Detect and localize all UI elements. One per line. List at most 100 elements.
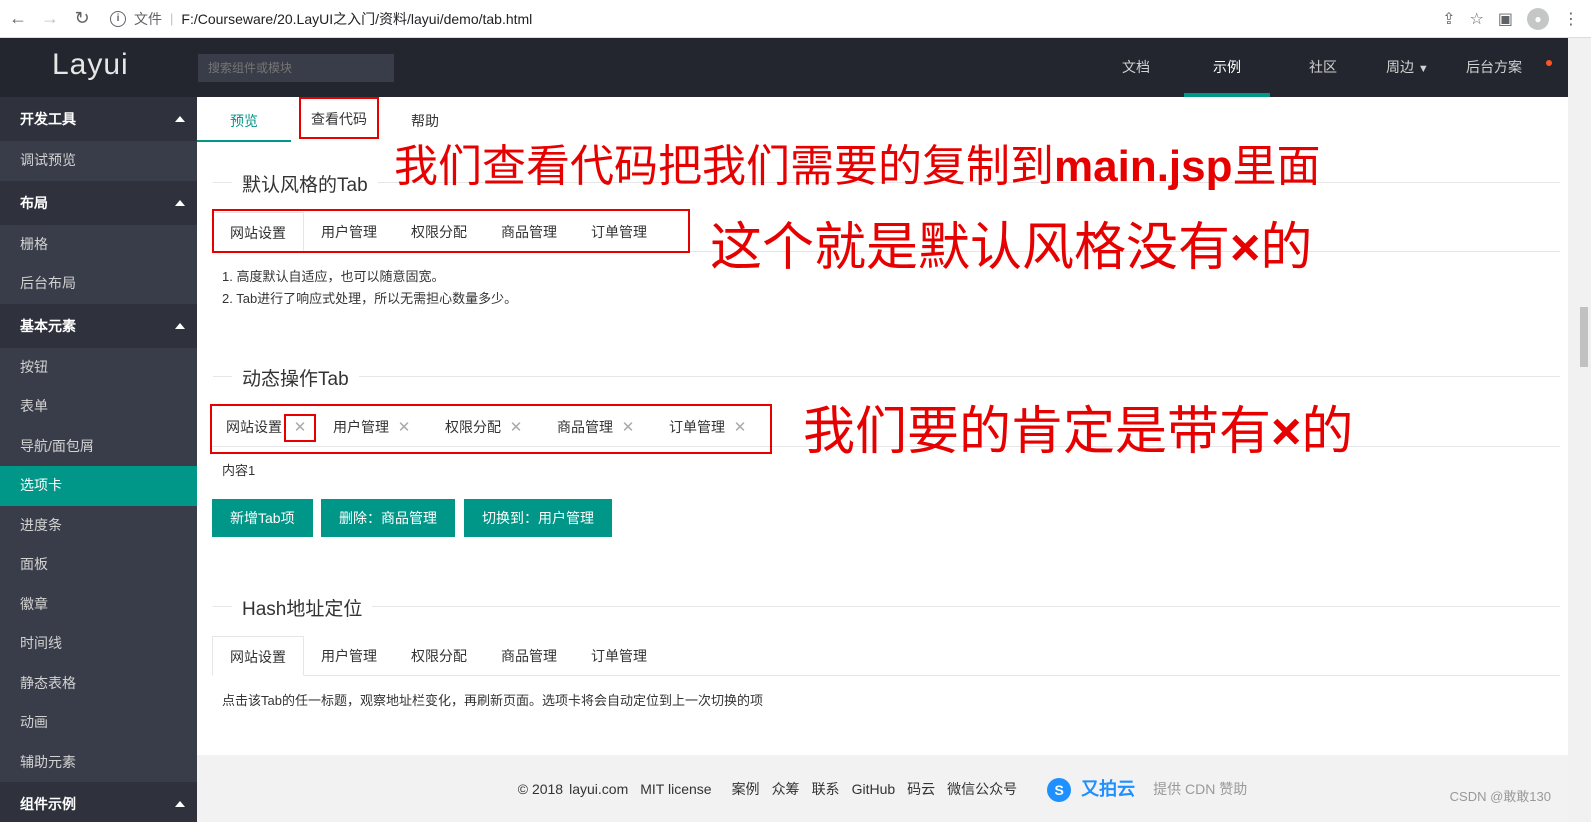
sidebar-group-label: 布局 [20, 194, 48, 211]
section-title-default-tab: 默认风格的Tab [232, 170, 378, 197]
footer-link-cases[interactable]: 案例 [732, 779, 760, 799]
scrollbar-thumb[interactable] [1580, 307, 1588, 367]
annotation-box-dynamic-tabs [210, 404, 772, 454]
annotation-bold-text: main.jsp [1054, 142, 1233, 191]
upyun-label: 又拍云 [1081, 778, 1136, 799]
nav-link-admin-label: 后台方案 [1466, 59, 1522, 75]
footer-link-crowdfunding[interactable]: 众筹 [772, 779, 800, 799]
sidebar: 开发工具 调试预览 布局 栅格 后台布局 基本元素 按钮 表单 导航/面包屑 选… [0, 97, 197, 822]
sidebar-group-components[interactable]: 组件示例 [0, 782, 197, 822]
sidebar-group-label: 基本元素 [20, 317, 76, 334]
cdn-sponsor-text: 提供 CDN 赞助 [1153, 780, 1248, 797]
tab-content-line-1: 1. 高度默认自适应，也可以随意固宽。 [222, 269, 445, 284]
footer-site-link[interactable]: layui.com [569, 781, 628, 797]
nav-link-around-label: 周边 [1386, 59, 1414, 75]
sidebar-item-form[interactable]: 表单 [0, 387, 197, 427]
chevron-down-icon: ▼ [1417, 63, 1429, 75]
sidebar-item-button[interactable]: 按钮 [0, 348, 197, 388]
csdn-watermark: CSDN @敢敢130 [1449, 789, 1551, 804]
dynamic-tab-content: 内容1 [222, 463, 256, 478]
sidebar-item-timeline[interactable]: 时间线 [0, 624, 197, 664]
sidebar-group-basic-elements[interactable]: 基本元素 [0, 303, 197, 348]
sidebar-group-devtools[interactable]: 开发工具 [0, 97, 197, 141]
caret-up-icon [175, 801, 185, 807]
tab-content-line-2: 2. Tab进行了响应式处理，所以无需担心数量多少。 [222, 291, 518, 306]
annotation-text: 的 [1260, 219, 1313, 277]
annotation-want-close: 我们要的肯定是带有×的 [803, 389, 1353, 464]
sidebar-group-label: 开发工具 [20, 111, 76, 127]
section-title-dynamic-tab: 动态操作Tab [232, 364, 359, 391]
address-separator: | [170, 11, 174, 26]
section-divider [213, 376, 1560, 377]
nav-link-around[interactable]: 周边 ▼ [1376, 38, 1456, 97]
tab-view-code[interactable]: 查看代码 [299, 97, 379, 139]
tab-permission-hash[interactable]: 权限分配 [394, 636, 484, 676]
delete-product-tab-button[interactable]: 删除：商品管理 [321, 499, 455, 537]
browser-actions: ⇪ ☆ ▣ ● ⋮ [1442, 7, 1579, 30]
tab-site-settings-hash[interactable]: 网站设置 [212, 636, 304, 676]
upyun-icon: S [1047, 778, 1072, 803]
sidebar-item-panel[interactable]: 面板 [0, 545, 197, 585]
tab-user-management-hash[interactable]: 用户管理 [304, 636, 394, 676]
footer-copyright: © 2018 [517, 780, 564, 797]
sidebar-group-layout[interactable]: 布局 [0, 180, 197, 225]
switch-user-tab-button[interactable]: 切换到：用户管理 [464, 499, 612, 537]
component-search-input[interactable] [198, 54, 394, 82]
tab-product-management-hash[interactable]: 商品管理 [484, 636, 574, 676]
annotation-text: 里面 [1232, 142, 1321, 191]
sidebar-item-debug-preview[interactable]: 调试预览 [0, 141, 197, 181]
main-content: 预览 查看代码 帮助 默认风格的Tab 网站设置 用户管理 权限分配 商品管理 … [197, 97, 1568, 755]
info-icon[interactable]: i [110, 10, 126, 27]
nav-link-examples[interactable]: 示例 [1184, 38, 1270, 97]
sidebar-item-nav-breadcrumb[interactable]: 导航/面包屑 [0, 427, 197, 467]
new-badge-dot [1546, 60, 1552, 66]
nav-link-docs[interactable]: 文档 [1090, 38, 1182, 97]
add-tab-button[interactable]: 新增Tab项 [212, 499, 313, 537]
footer-link-contact[interactable]: 联系 [812, 779, 840, 799]
sidebar-item-animation[interactable]: 动画 [0, 703, 197, 743]
sidebar-item-static-table[interactable]: 静态表格 [0, 664, 197, 704]
layui-logo[interactable]: Layui [52, 48, 129, 82]
annotation-box-default-tabs [212, 209, 690, 253]
sidebar-item-admin-layout[interactable]: 后台布局 [0, 264, 197, 304]
footer: © 2018 layui.com MIT license 案例 众筹 联系 Gi… [197, 755, 1568, 822]
share-icon[interactable]: ⇪ [1442, 9, 1455, 29]
menu-icon[interactable]: ⋮ [1563, 9, 1579, 29]
side-panel-icon[interactable]: ▣ [1498, 9, 1513, 29]
reload-icon[interactable]: ↻ [68, 5, 96, 33]
sidebar-item-grid[interactable]: 栅格 [0, 225, 197, 265]
annotation-copy-code: 我们查看代码把我们需要的复制到main.jsp里面 [394, 130, 1321, 194]
bookmark-star-icon[interactable]: ☆ [1470, 9, 1484, 29]
footer-link-github[interactable]: GitHub [852, 781, 896, 797]
nav-link-admin-solution[interactable]: 后台方案 [1456, 38, 1568, 97]
top-navigation: Layui 文档 示例 社区 周边 ▼ 后台方案 [0, 38, 1568, 97]
annotation-text: 我们要的肯定是带有 [803, 403, 1272, 461]
profile-avatar-icon[interactable]: ● [1527, 7, 1549, 30]
nav-link-community[interactable]: 社区 [1270, 38, 1376, 97]
hash-tabbar: 网站设置 用户管理 权限分配 商品管理 订单管理 [212, 636, 664, 676]
browser-toolbar: ← → ↻ i 文件 | F:/Courseware/20.LayUI之入门/资… [0, 0, 1591, 38]
sidebar-item-progress[interactable]: 进度条 [0, 506, 197, 546]
tab-preview[interactable]: 预览 [197, 97, 291, 142]
file-label: 文件 [134, 10, 162, 27]
footer-license-link[interactable]: MIT license [640, 781, 711, 797]
annotation-text: 这个就是默认风格没有 [710, 219, 1231, 277]
annotation-text: 的 [1301, 403, 1354, 461]
annotation-text: 我们查看代码把我们需要的复制到 [394, 142, 1054, 191]
sidebar-item-auxiliary[interactable]: 辅助元素 [0, 743, 197, 783]
upyun-logo[interactable]: S 又拍云 [1041, 775, 1141, 803]
caret-up-icon [175, 322, 185, 329]
tab-order-management-hash[interactable]: 订单管理 [574, 636, 664, 676]
forward-icon[interactable]: → [36, 5, 64, 33]
sidebar-item-badge[interactable]: 徽章 [0, 585, 197, 625]
page-scrollbar[interactable] [1568, 38, 1591, 822]
back-icon[interactable]: ← [4, 5, 32, 33]
footer-link-gitee[interactable]: 码云 [907, 779, 935, 799]
hash-tab-content: 点击该Tab的任一标题，观察地址栏变化，再刷新页面。选项卡将会自动定位到上一次切… [222, 693, 763, 708]
url-text[interactable]: F:/Courseware/20.LayUI之入门/资料/layui/demo/… [181, 9, 532, 29]
annotation-default-no-close: 这个就是默认风格没有×的 [710, 205, 1312, 280]
section-title-hash-tab: Hash地址定位 [232, 594, 373, 621]
sidebar-item-tab[interactable]: 选项卡 [0, 466, 197, 506]
footer-link-wechat[interactable]: 微信公众号 [947, 779, 1017, 799]
address-bar[interactable]: i 文件 | F:/Courseware/20.LayUI之入门/资料/layu… [110, 5, 1442, 33]
